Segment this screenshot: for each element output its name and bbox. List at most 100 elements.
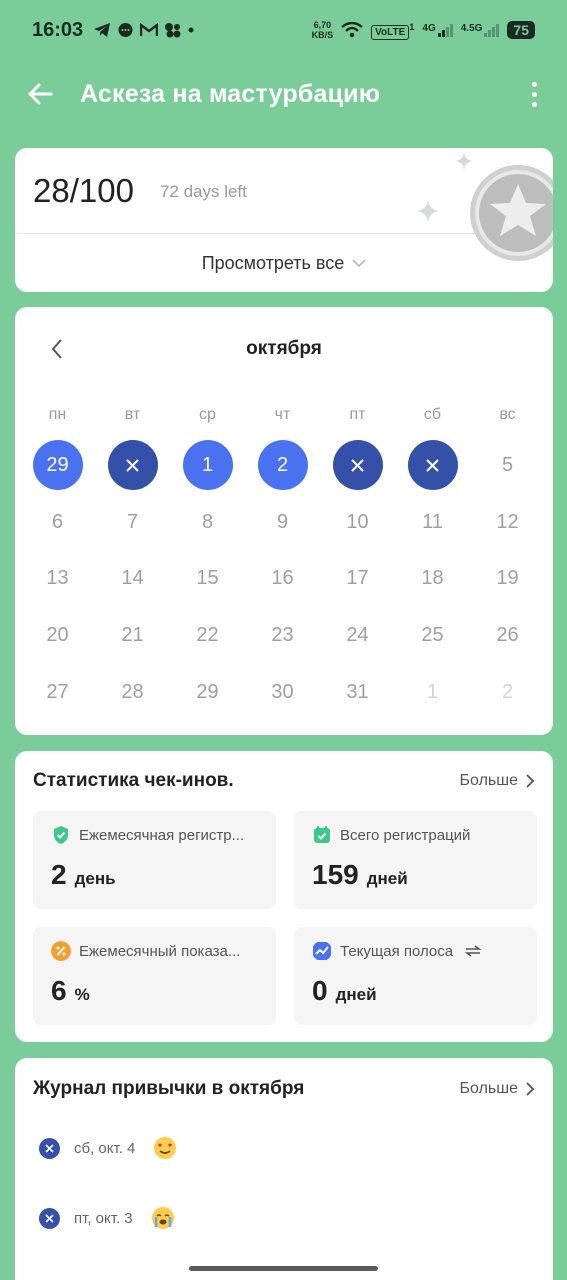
star-medal-icon (470, 165, 553, 261)
weekday-label: сб (423, 406, 442, 423)
status-bar: 16:03 6,70 KB/S VoLTE 1 4G 4.5G 75 (0, 0, 567, 60)
calendar-day[interactable]: 29 (170, 664, 245, 721)
stats-grid: Ежемесячная регистр... 2 день Всего реги… (15, 811, 553, 1025)
prev-month-button[interactable] (47, 335, 67, 363)
net1-label: 4G (422, 23, 436, 34)
heart-eyes-emoji-icon (154, 1137, 177, 1159)
stat-label: Ежемесячный показа... (79, 942, 241, 960)
stat-total-checkins[interactable]: Всего регистраций 159 дней (294, 811, 537, 909)
stat-unit: дней (335, 985, 377, 1004)
stat-value: 159 (312, 859, 359, 890)
calendar-day[interactable]: 8 (170, 494, 245, 551)
failed-day-marker (407, 440, 458, 491)
calendar-day[interactable]: 31 (320, 664, 395, 721)
volte-badge: VoLTE 1 (371, 22, 414, 40)
progress-summary: 28/100 72 days left (15, 148, 553, 261)
calendar-day[interactable]: 25 (395, 607, 470, 664)
calendar-day[interactable]: 27 (20, 664, 95, 721)
calendar-day[interactable]: 7 (95, 494, 170, 551)
journal-more-button[interactable]: Больше (460, 1080, 535, 1098)
calendar-day[interactable]: 2 (470, 664, 545, 721)
stat-label-row: Ежемесячный показа... (51, 941, 260, 961)
swap-icon[interactable] (465, 945, 482, 957)
calendar-day[interactable]: 6 (20, 494, 95, 551)
chevron-down-icon (352, 258, 366, 267)
stats-more-button[interactable]: Больше (460, 772, 535, 790)
calendar-check-icon (314, 826, 330, 843)
more-options-button[interactable] (501, 62, 567, 126)
stat-label: Всего регистраций (340, 826, 471, 844)
net-speed-value: 6,70 (313, 20, 332, 30)
calendar-day[interactable]: 20 (20, 607, 95, 664)
journal-entry[interactable]: пт, окт. 3 (15, 1183, 553, 1253)
calendar-day[interactable] (320, 437, 395, 494)
calendar-day[interactable]: 29 (20, 437, 95, 494)
stat-current-streak[interactable]: Текущая полоса 0 дней (294, 927, 537, 1025)
percent-icon (51, 941, 71, 961)
stats-title: Статистика чек-инов. (33, 770, 234, 791)
calendar-day[interactable]: 26 (470, 607, 545, 664)
calendar-day[interactable]: 23 (245, 607, 320, 664)
calendar-day[interactable]: 24 (320, 607, 395, 664)
chevron-right-icon (526, 1082, 535, 1096)
weekday-label: вс (499, 406, 516, 423)
close-icon (351, 459, 364, 472)
stat-label-row: Всего регистраций (312, 825, 521, 845)
calendar-day[interactable]: 16 (245, 550, 320, 607)
done-day-marker: 2 (257, 440, 308, 491)
calendar-day[interactable]: 13 (20, 550, 95, 607)
done-day-marker: 1 (182, 440, 233, 491)
back-button[interactable] (0, 62, 80, 126)
calendar-day[interactable]: 14 (95, 550, 170, 607)
calendar-day[interactable] (95, 437, 170, 494)
status-time: 16:03 (32, 18, 84, 41)
more-vert-icon (531, 81, 537, 87)
dot-icon (188, 27, 194, 33)
calendar-day[interactable]: 10 (320, 494, 395, 551)
crying-emoji-icon (151, 1207, 174, 1229)
chevron-right-icon (526, 774, 535, 788)
calendar-day[interactable]: 1 (170, 437, 245, 494)
calendar-day[interactable]: 11 (395, 494, 470, 551)
stat-monthly-checkins[interactable]: Ежемесячная регистр... 2 день (33, 811, 276, 909)
calendar-day[interactable]: 2 (245, 437, 320, 494)
calendar-day[interactable] (395, 437, 470, 494)
calendar-day[interactable]: 1 (395, 664, 470, 721)
calendar-day[interactable]: 15 (170, 550, 245, 607)
wifi-icon (341, 22, 363, 38)
calendar-day[interactable]: 9 (245, 494, 320, 551)
check-shield-icon (54, 826, 68, 844)
stats-header: Статистика чек-инов. Больше (15, 751, 553, 811)
calendar-day[interactable]: 22 (170, 607, 245, 664)
calendar-day[interactable]: 19 (470, 550, 545, 607)
stat-monthly-rate[interactable]: Ежемесячный показа... 6 % (33, 927, 276, 1025)
signal-45g: 4.5G (461, 23, 500, 37)
signal-bars-icon (484, 23, 500, 37)
calendar-day[interactable]: 28 (95, 664, 170, 721)
calendar-day[interactable]: 12 (470, 494, 545, 551)
calendar-month: октября (246, 338, 322, 359)
net-speed-unit: KB/S (311, 30, 334, 40)
calendar-day[interactable]: 21 (95, 607, 170, 664)
journal-header: Журнал привычки в октября Больше (15, 1058, 553, 1120)
calendar-day[interactable]: 17 (320, 550, 395, 607)
stats-card: Статистика чек-инов. Больше Ежемесячная … (15, 751, 553, 1042)
journal-more-label: Больше (459, 1080, 518, 1097)
calendar-day[interactable]: 30 (245, 664, 320, 721)
calendar-day[interactable]: 18 (395, 550, 470, 607)
notification-icons (93, 22, 194, 39)
journal-entry-date: сб, окт. 4 (74, 1139, 136, 1157)
fail-x-icon (39, 1137, 60, 1159)
weekday-label: пт (349, 406, 366, 423)
journal-entry[interactable]: сб, окт. 4 (15, 1113, 553, 1183)
page-title: Аскеза на мастурбацию (80, 79, 381, 108)
progress-card: 28/100 72 days left Просмотреть все (15, 148, 553, 292)
weekday-label: ср (199, 406, 216, 423)
gmail-icon (140, 23, 159, 36)
chat-bubble-icon (118, 22, 133, 37)
app-cluster-icon (165, 23, 181, 38)
home-indicator[interactable] (189, 1266, 378, 1271)
calendar-day[interactable]: 5 (470, 437, 545, 494)
weekday-label: чт (274, 406, 291, 423)
stat-value-row: 0 дней (312, 975, 521, 1007)
